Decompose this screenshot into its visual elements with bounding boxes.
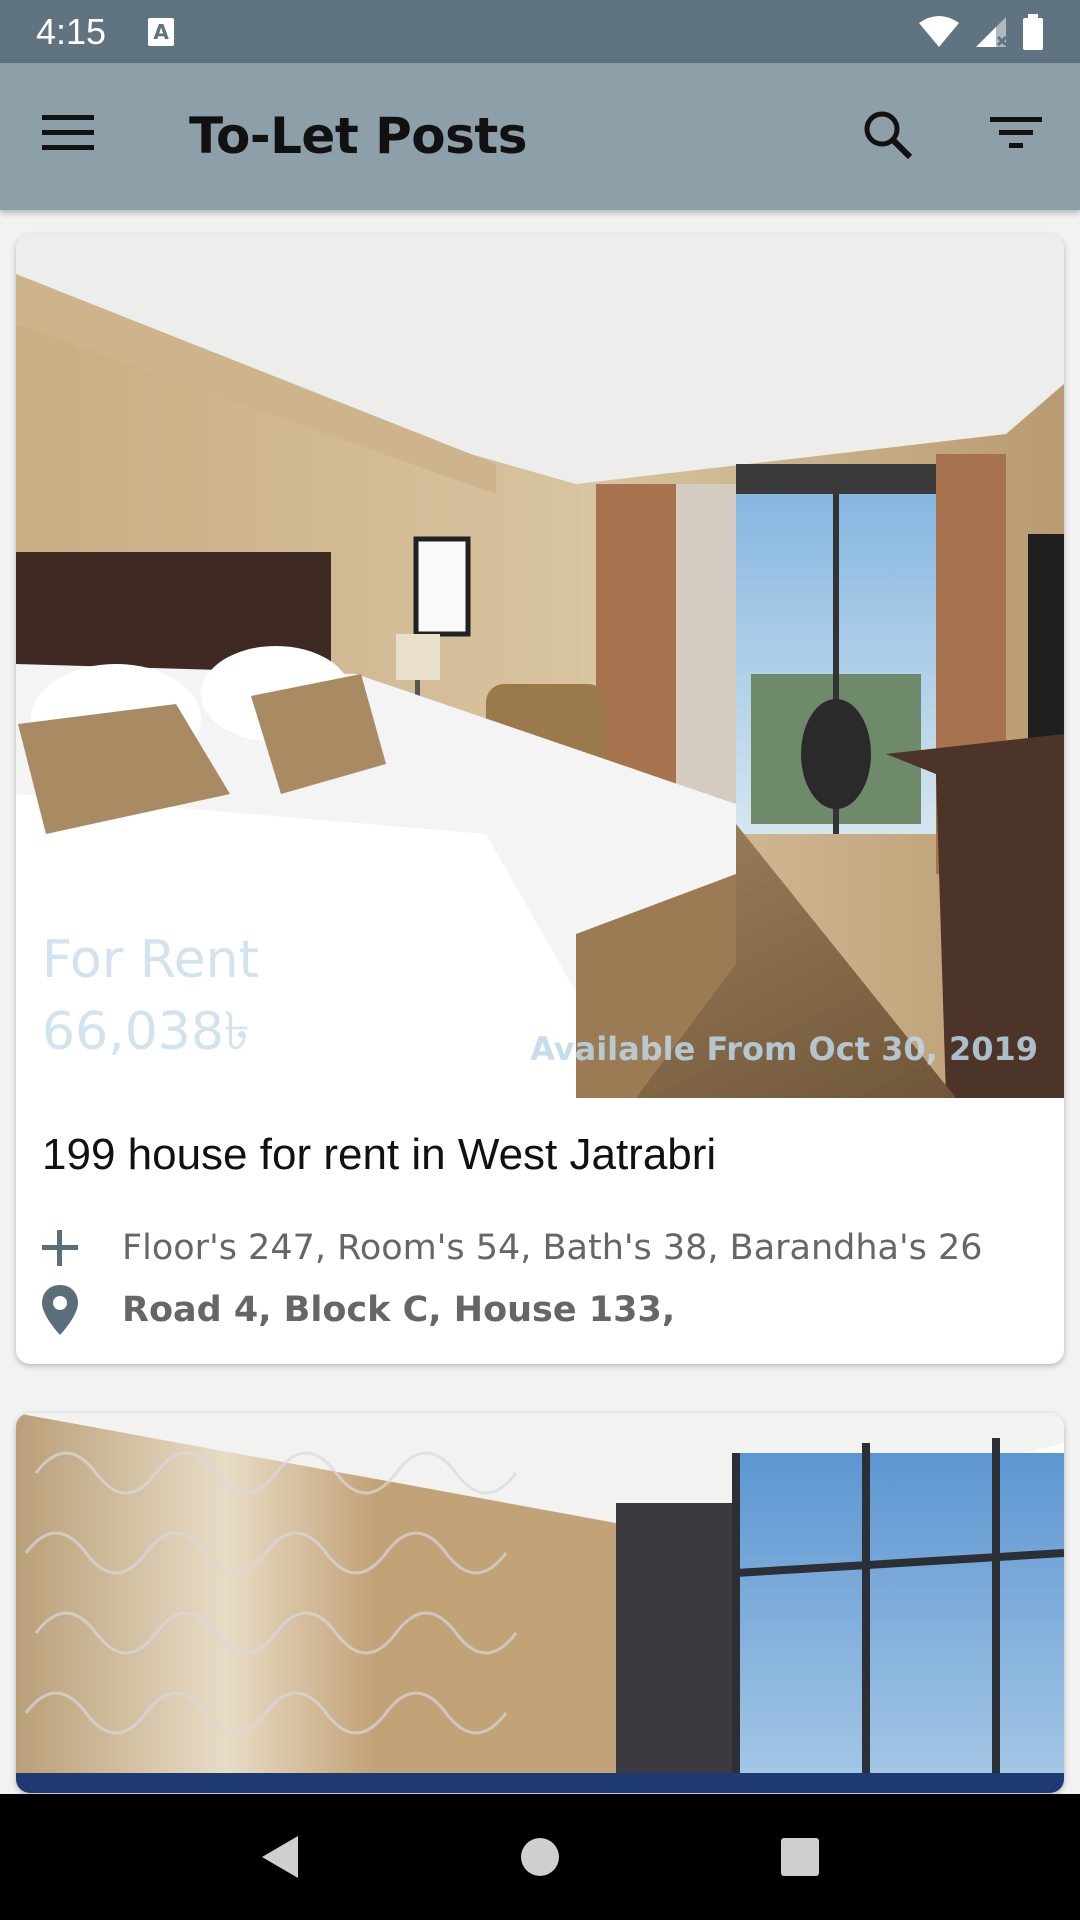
recents-button[interactable]: [770, 1827, 830, 1887]
post-card[interactable]: [16, 1413, 1064, 1793]
plus-icon: [36, 1220, 84, 1276]
post-photo: [16, 1413, 1064, 1793]
home-circle-icon: [521, 1838, 559, 1876]
menu-button[interactable]: [42, 113, 102, 159]
address-text: Road 4, Block C, House 133,: [122, 1290, 676, 1330]
system-navigation-bar: [0, 1794, 1080, 1920]
post-photo: For Rent 66,038৳ Available From Oct 30, …: [16, 234, 1064, 1098]
address-row: Road 4, Block C, House 133,: [36, 1282, 675, 1338]
a-icon: A: [148, 17, 175, 46]
hamburger-menu-icon: [42, 115, 94, 150]
battery-icon: [1023, 13, 1043, 50]
back-button[interactable]: [250, 1827, 310, 1887]
room-photo: [16, 1413, 1064, 1793]
rent-type-label: For Rent: [42, 930, 259, 990]
post-title: 199 house for rent in West Jatrabri: [42, 1130, 717, 1179]
status-bar: 4:15 A: [0, 0, 1080, 63]
features-row: Floor's 247, Room's 54, Bath's 38, Baran…: [36, 1220, 983, 1276]
back-triangle-icon: [262, 1836, 298, 1878]
status-icons: [918, 13, 1044, 50]
recents-square-icon: [781, 1838, 819, 1876]
status-time: 4:15: [36, 10, 107, 52]
home-button[interactable]: [510, 1827, 570, 1887]
wifi-icon: [919, 15, 959, 47]
search-icon: [864, 111, 913, 160]
search-button[interactable]: [862, 109, 918, 165]
filter-button[interactable]: [990, 113, 1044, 163]
location-pin-icon: [36, 1282, 84, 1338]
price-overlay: For Rent 66,038৳: [42, 924, 259, 1068]
app-bar: To-Let Posts: [0, 63, 1080, 210]
page-title: To-Let Posts: [189, 107, 528, 165]
features-text: Floor's 247, Room's 54, Bath's 38, Baran…: [122, 1228, 983, 1268]
price-label: 66,038৳: [42, 1002, 250, 1062]
cellular-signal-icon: [976, 16, 1008, 47]
available-from-label: Available From Oct 30, 2019: [530, 1030, 1038, 1068]
filter-icon: [990, 117, 1042, 148]
post-card[interactable]: For Rent 66,038৳ Available From Oct 30, …: [16, 234, 1064, 1364]
